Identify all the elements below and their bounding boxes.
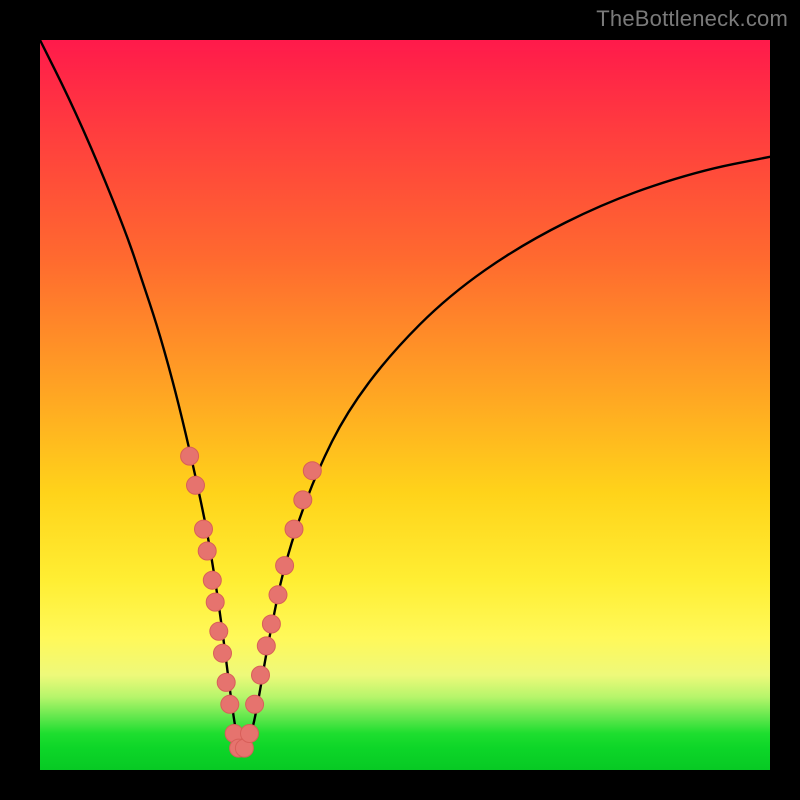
chart-frame: TheBottleneck.com [0, 0, 800, 800]
curve-marker [221, 695, 239, 713]
curve-marker [257, 637, 275, 655]
curve-marker [241, 725, 259, 743]
curve-marker [246, 695, 264, 713]
curve-marker [206, 593, 224, 611]
curve-marker [187, 476, 205, 494]
curve-marker [203, 571, 221, 589]
bottleneck-curve [40, 40, 770, 746]
curve-marker [294, 491, 312, 509]
plot-area [40, 40, 770, 770]
curve-marker [214, 644, 232, 662]
curve-markers [181, 447, 322, 757]
curve-marker [195, 520, 213, 538]
curve-marker [285, 520, 303, 538]
curve-marker [276, 557, 294, 575]
curve-marker [269, 586, 287, 604]
curve-marker [303, 462, 321, 480]
curve-marker [198, 542, 216, 560]
curve-marker [210, 622, 228, 640]
curve-layer [40, 40, 770, 770]
curve-marker [262, 615, 280, 633]
curve-marker [217, 673, 235, 691]
watermark-text: TheBottleneck.com [596, 6, 788, 32]
curve-marker [181, 447, 199, 465]
curve-marker [252, 666, 270, 684]
